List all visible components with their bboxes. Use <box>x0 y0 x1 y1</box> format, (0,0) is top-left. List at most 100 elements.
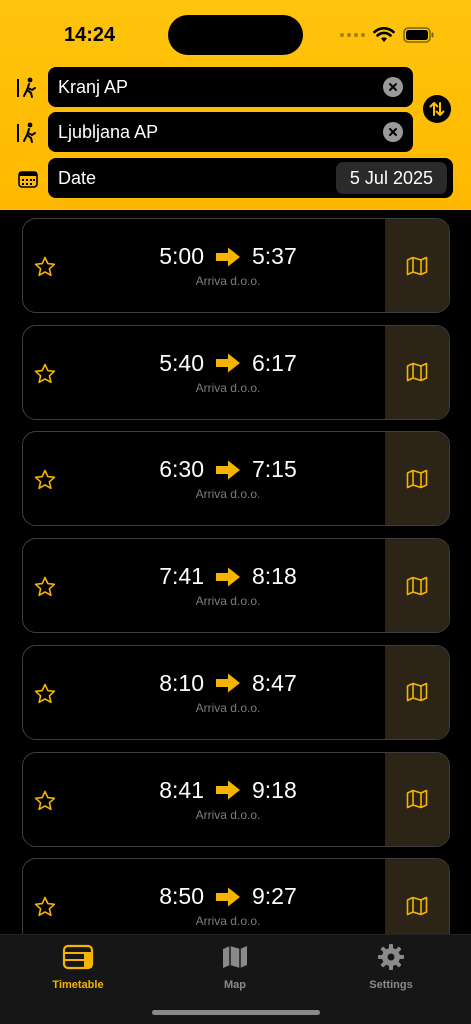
departure-card[interactable]: 8:41 9:18 Arriva d.o.o. <box>22 751 450 847</box>
operator-name: Arriva d.o.o. <box>195 807 261 822</box>
dynamic-island <box>168 15 303 55</box>
departure-times: 5:00 5:37 <box>123 243 333 270</box>
operator-name: Arriva d.o.o. <box>195 700 261 715</box>
favorite-star-button[interactable] <box>33 682 57 706</box>
calendar-icon <box>14 166 42 192</box>
departure-time: 5:40 <box>159 349 204 376</box>
departure-card[interactable]: 6:30 7:15 Arriva d.o.o. <box>22 431 450 527</box>
clear-to-button[interactable] <box>383 122 403 142</box>
tab-settings[interactable]: Settings <box>331 943 451 991</box>
departure-times: 5:40 6:17 <box>123 350 333 377</box>
favorite-star-button[interactable] <box>33 575 57 599</box>
star-icon <box>34 896 56 917</box>
tab-timetable[interactable]: Timetable <box>18 943 138 991</box>
departure-times: 8:50 9:27 <box>123 883 333 910</box>
departure-times: 8:10 8:47 <box>123 670 333 697</box>
arrow-right-icon <box>216 567 240 587</box>
departure-times: 8:41 9:18 <box>123 777 333 804</box>
from-row: Kranj AP <box>0 67 471 107</box>
arrow-right-icon <box>216 247 240 266</box>
operator-name: Arriva d.o.o. <box>195 274 261 288</box>
map-icon <box>406 682 428 702</box>
tab-map[interactable]: Map <box>175 943 295 991</box>
from-field[interactable]: Kranj AP <box>48 67 413 107</box>
swap-arrows-icon <box>429 102 445 116</box>
departure-time: 8:50 <box>159 883 204 910</box>
map-icon <box>223 946 247 968</box>
map-icon <box>406 256 428 275</box>
arrow-right-icon <box>216 780 240 800</box>
departure-card[interactable]: 7:41 8:18 Arriva d.o.o. <box>22 538 450 634</box>
star-icon <box>34 790 56 810</box>
date-picker-button[interactable]: 5 Jul 2025 <box>335 162 447 194</box>
map-icon <box>406 469 428 489</box>
star-icon <box>34 470 56 490</box>
to-row: Ljubljana AP <box>0 112 471 152</box>
departure-time: 8:10 <box>159 669 204 696</box>
show-on-map-button[interactable] <box>385 859 449 934</box>
favorite-star-button[interactable] <box>33 362 57 386</box>
to-value: Ljubljana AP <box>58 122 159 142</box>
departure-card[interactable]: 5:00 5:37 Arriva d.o.o. <box>22 218 450 313</box>
departure-times: 7:41 8:18 <box>123 563 333 590</box>
map-icon <box>406 789 428 809</box>
status-time: 14:24 <box>64 24 116 46</box>
date-field: Date 5 Jul 2025 <box>48 158 453 198</box>
departure-time: 7:41 <box>159 563 204 590</box>
arrival-time: 5:37 <box>252 243 297 269</box>
show-on-map-button[interactable] <box>385 539 449 633</box>
gear-icon <box>378 944 404 970</box>
departure-time: 6:30 <box>159 456 204 483</box>
from-value: Kranj AP <box>58 77 129 97</box>
walking-to-icon <box>14 120 42 146</box>
star-icon <box>34 256 56 277</box>
star-icon <box>34 363 56 383</box>
arrow-right-icon <box>216 353 240 373</box>
arrival-time: 8:18 <box>252 563 297 590</box>
signal-dots-icon <box>340 33 365 37</box>
home-indicator <box>152 1010 320 1015</box>
favorite-star-button[interactable] <box>33 895 57 919</box>
departures-list[interactable]: 5:00 5:37 Arriva d.o.o. 5:40 6:17 Arriva d.o.… <box>0 210 471 934</box>
clear-from-button[interactable] <box>383 77 403 97</box>
date-row: Date 5 Jul 2025 <box>0 158 471 198</box>
close-icon <box>389 128 397 136</box>
map-icon <box>406 362 428 382</box>
show-on-map-button[interactable] <box>385 752 449 846</box>
show-on-map-button[interactable] <box>385 432 449 526</box>
close-icon <box>389 83 397 91</box>
battery-icon <box>403 27 434 43</box>
timetable-icon <box>62 944 94 970</box>
date-label: Date <box>58 168 97 188</box>
operator-name: Arriva d.o.o. <box>195 594 261 609</box>
arrow-right-icon <box>216 673 240 693</box>
tab-settings-label: Settings <box>369 979 413 991</box>
map-icon <box>406 896 428 915</box>
star-icon <box>34 683 56 703</box>
search-header: 14:24 Kranj AP Ljubljana AP Date 5 Jul 2… <box>0 0 471 210</box>
swap-stations-button[interactable] <box>423 95 451 123</box>
show-on-map-button[interactable] <box>385 219 449 312</box>
departure-card[interactable]: 5:40 6:17 Arriva d.o.o. <box>22 324 450 420</box>
operator-name: Arriva d.o.o. <box>195 380 261 395</box>
wifi-icon <box>373 27 395 42</box>
to-field[interactable]: Ljubljana AP <box>48 112 413 152</box>
favorite-star-button[interactable] <box>33 789 57 813</box>
status-indicators <box>340 22 435 48</box>
arrival-time: 7:15 <box>252 456 297 483</box>
show-on-map-button[interactable] <box>385 645 449 739</box>
arrow-right-icon <box>216 887 240 907</box>
star-icon <box>34 576 56 597</box>
show-on-map-button[interactable] <box>385 325 449 419</box>
operator-name: Arriva d.o.o. <box>195 487 261 502</box>
tab-timetable-label: Timetable <box>52 979 104 991</box>
favorite-star-button[interactable] <box>33 468 57 492</box>
arrival-time: 9:27 <box>252 883 297 910</box>
departure-card[interactable]: 8:10 8:47 Arriva d.o.o. <box>22 644 450 740</box>
favorite-star-button[interactable] <box>33 255 57 279</box>
arrow-right-icon <box>216 460 240 480</box>
departure-card[interactable]: 8:50 9:27 Arriva d.o.o. <box>22 858 450 934</box>
app-screen: 14:24 Kranj AP Ljubljana AP Date 5 Jul 2… <box>0 0 471 1024</box>
map-icon <box>406 576 428 595</box>
tab-map-label: Map <box>224 979 246 991</box>
